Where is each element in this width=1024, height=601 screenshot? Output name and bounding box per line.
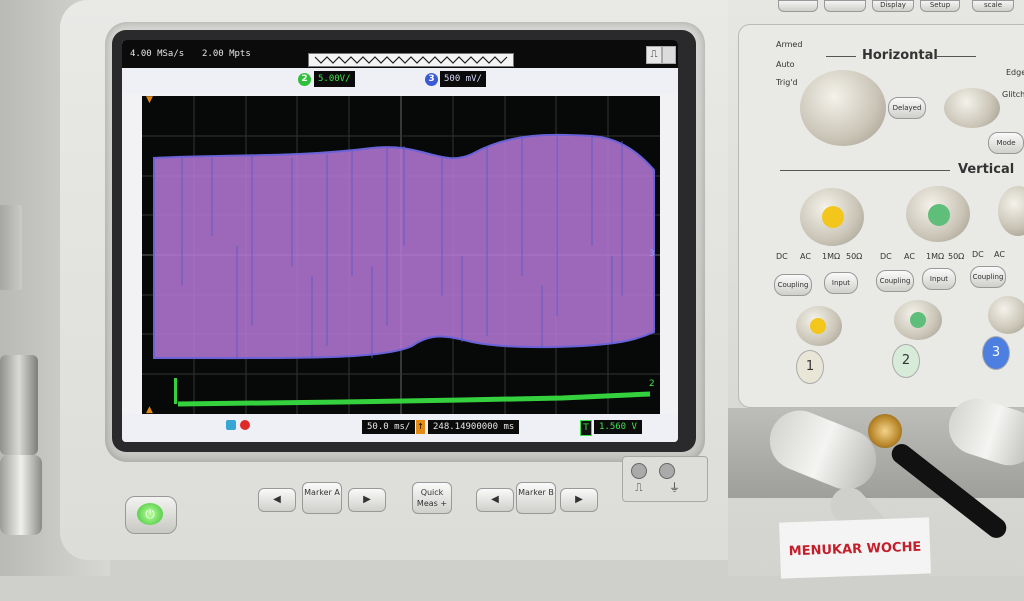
glitch-label: Glitch (1002, 90, 1024, 99)
channel-1-scale-knob[interactable] (800, 188, 864, 246)
ch1-1m-label: 1MΩ (822, 252, 841, 261)
ch2-input-button[interactable]: Input (922, 268, 956, 290)
ch1-dc-label: DC (776, 252, 788, 261)
ch1-input-button[interactable]: Input (824, 272, 858, 294)
memory-bar[interactable] (308, 53, 514, 67)
mode-button[interactable]: Mode (988, 132, 1024, 154)
vertical-rule (780, 170, 950, 171)
horizontal-position-knob[interactable] (944, 88, 1000, 128)
channel-3-badge: 3 (425, 73, 438, 86)
trigger-marker: T (580, 420, 592, 436)
delay-marker-icon: ↑ (416, 420, 425, 434)
square-wave-icon: ⎍ (635, 481, 643, 494)
display-key[interactable]: Display (872, 0, 914, 12)
waveform-graticule: ▼ ▲ 3 2 (142, 96, 660, 414)
ch2-dc-label: DC (880, 252, 892, 261)
marker-b-button[interactable]: Marker B (516, 482, 556, 514)
oscilloscope-screen: 4.00 MSa/s 2.00 Mpts ⎍ 2 5.00V/ 3 500 mV… (122, 40, 678, 442)
status-bar: 4.00 MSa/s 2.00 Mpts ⎍ (122, 40, 678, 68)
ch1-ac-label: AC (800, 252, 811, 261)
horizontal-scale-knob[interactable] (800, 70, 886, 146)
channel-2-button[interactable]: 2 (892, 344, 920, 378)
ch2-coupling-button[interactable]: Coupling (876, 270, 914, 292)
trigger-left-marker: ▲ (146, 405, 153, 414)
setup-key[interactable]: Setup (920, 0, 960, 12)
trigger-level[interactable]: 1.560 V (594, 420, 642, 434)
channel-scale-row: 2 5.00V/ 3 500 mV/ (122, 68, 678, 94)
channel-3-ground-marker: 3 (649, 249, 655, 259)
scale-key[interactable]: scale (972, 0, 1014, 12)
channel-1-position-knob[interactable] (796, 306, 842, 346)
ch3-ac-label: AC (994, 250, 1005, 259)
channel-3-position-knob[interactable] (988, 296, 1024, 334)
horizontal-rule-left (826, 56, 856, 57)
channel-1-position-cap (810, 318, 826, 334)
timebase-row: 50.0 ms/ ↑ 248.14900000 ms T 1.560 V (122, 414, 678, 442)
probe-comp-terminal-1 (631, 463, 647, 479)
channel-2-scale[interactable]: 5.00V/ (314, 71, 355, 87)
delayed-button[interactable]: Delayed (888, 97, 926, 119)
sample-rate: 4.00 MSa/s (130, 49, 185, 59)
trigd-label: Trig'd (776, 78, 798, 87)
marker-b-left-button[interactable]: ◀ (476, 488, 514, 512)
ch3-dc-label: DC (972, 250, 984, 259)
channel-2-step (174, 378, 177, 404)
channel-2-scale-knob[interactable] (906, 186, 970, 242)
bench-box (0, 205, 22, 290)
channel-1-knob-cap (822, 206, 844, 228)
time-per-div[interactable]: 50.0 ms/ (362, 420, 416, 434)
bench-can (0, 355, 38, 455)
horizontal-rule-right (936, 56, 976, 57)
softkey-1[interactable] (778, 0, 818, 12)
run-stop-icon[interactable]: ⎍ (646, 46, 662, 64)
acquisition-icon (226, 420, 236, 430)
channel-2-trace (177, 391, 651, 407)
marker-a-right-button[interactable]: ▶ (348, 488, 386, 512)
channel-2-position-cap (910, 312, 926, 328)
quick-meas-button[interactable]: Quick Meas + (412, 482, 452, 514)
record-icon (240, 420, 250, 430)
auto-label: Auto (776, 60, 795, 69)
channel-2-position-knob[interactable] (894, 300, 942, 340)
edge-label: Edge (1006, 68, 1024, 77)
marker-b-right-button[interactable]: ▶ (560, 488, 598, 512)
ch2-ac-label: AC (904, 252, 915, 261)
channel-3-scale[interactable]: 500 mV/ (440, 71, 486, 87)
power-icon: ⏻ (137, 503, 163, 525)
ch1-50-label: 50Ω (846, 252, 863, 261)
probe-comp-terminals: ⎍ ⏚ (622, 456, 708, 502)
cursor-icon[interactable] (662, 46, 676, 64)
softkey-2[interactable] (824, 0, 866, 12)
armed-label: Armed (776, 40, 803, 49)
ch1-coupling-button[interactable]: Coupling (774, 274, 812, 296)
ch2-1m-label: 1MΩ (926, 252, 945, 261)
ground-icon: ⏚ (669, 481, 680, 494)
channel-2-badge: 2 (298, 73, 311, 86)
bnc-connector (868, 414, 902, 448)
marker-a-button[interactable]: Marker A (302, 482, 342, 514)
probe-comp-terminal-2 (659, 463, 675, 479)
power-button[interactable]: ⏻ (125, 496, 177, 534)
channel-2-knob-cap (928, 204, 950, 226)
ch2-50-label: 50Ω (948, 252, 965, 261)
trigger-position-marker: ▼ (146, 96, 153, 105)
channel-1-button[interactable]: 1 (796, 350, 824, 384)
vertical-heading: Vertical (958, 162, 1015, 177)
channel-3-button[interactable]: 3 (982, 336, 1010, 370)
horizontal-heading: Horizontal (862, 48, 938, 63)
bench-sign: MENUKAR WOCHE (779, 517, 931, 579)
delay-value[interactable]: 248.14900000 ms (428, 420, 520, 434)
memory-depth: 2.00 Mpts (202, 49, 251, 59)
bench-cylinder (0, 455, 42, 535)
ch3-coupling-button[interactable]: Coupling (970, 266, 1006, 288)
marker-a-left-button[interactable]: ◀ (258, 488, 296, 512)
channel-2-ground-marker: 2 (649, 379, 655, 389)
